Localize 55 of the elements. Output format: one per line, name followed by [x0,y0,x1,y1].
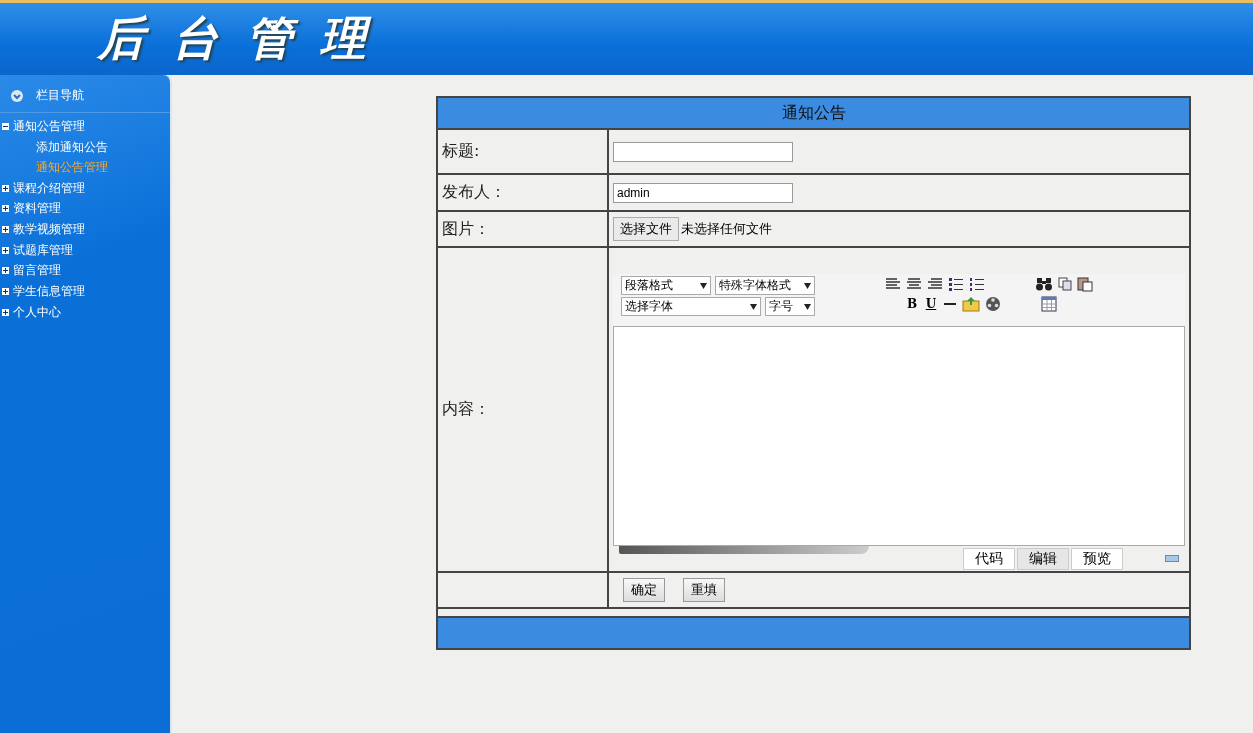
table-icon[interactable] [1041,296,1057,312]
choose-file-button[interactable]: 选择文件 [613,217,679,241]
copy-icon[interactable] [1058,277,1072,291]
down-circle-icon [10,88,24,103]
bullet-list-icon[interactable] [948,277,964,291]
editor-tab[interactable]: 代码 [963,547,1015,570]
align-center-icon[interactable] [906,277,922,291]
reset-button[interactable]: 重填 [683,578,725,602]
caret-icon [750,303,757,310]
field-label: 图片： [442,218,490,238]
toggle-icon[interactable] [2,205,9,213]
field-label: 发布人： [442,182,506,201]
nav-item[interactable]: 通知公告管理 [13,117,85,135]
nav-item[interactable]: 试题库管理 [13,241,73,259]
toggle-icon[interactable] [2,184,9,192]
input-field[interactable] [613,142,793,162]
caret-icon [804,282,811,289]
confirm-button[interactable]: 确定 [623,578,665,602]
page-title: 后台管理 [98,10,394,67]
bold-button[interactable]: B [905,297,919,311]
film-reel-icon[interactable] [985,296,1001,312]
input-field[interactable]: admin [613,183,793,203]
file-status: 未选择任何文件 [681,221,772,236]
underline-button[interactable]: U [924,297,938,311]
field-label: 标题: [442,141,480,160]
nav-item[interactable]: 留言管理 [13,262,61,280]
paste-icon[interactable] [1077,276,1093,292]
numbered-list-icon[interactable] [969,277,985,291]
binoculars-icon[interactable] [1035,277,1053,291]
caret-icon [700,282,707,289]
nav-item[interactable]: 教学视频管理 [13,220,85,238]
editor-tab[interactable]: 编辑 [1017,547,1069,570]
nav-subitem[interactable]: 添加通知公告 [0,136,170,158]
nav-item[interactable]: 资料管理 [13,200,61,218]
font-select[interactable]: 选择字体 [621,297,761,316]
image-folder-icon[interactable] [962,296,980,312]
font-format-select[interactable]: 特殊字体格式 [715,276,815,295]
paragraph-select[interactable]: 段落格式 [621,276,711,295]
form-title: 通知公告 [437,97,1190,129]
toggle-icon[interactable] [2,308,9,316]
caret-icon [804,303,811,310]
nav-item[interactable]: 学生信息管理 [13,282,85,300]
nav-title: 栏目导航 [36,87,84,104]
toggle-icon[interactable] [2,287,9,295]
nav-item[interactable]: 个人中心 [13,303,61,321]
nav-item[interactable]: 课程介绍管理 [13,179,85,197]
field-label: 内容： [442,399,490,418]
toggle-icon[interactable] [2,246,9,254]
editor-tab[interactable]: 预览 [1071,547,1123,570]
toggle-icon[interactable] [2,122,9,130]
align-left-icon[interactable] [885,277,901,291]
toggle-icon[interactable] [2,225,9,233]
toggle-icon[interactable] [2,267,9,275]
size-select[interactable]: 字号 [765,297,815,316]
align-right-icon[interactable] [927,277,943,291]
